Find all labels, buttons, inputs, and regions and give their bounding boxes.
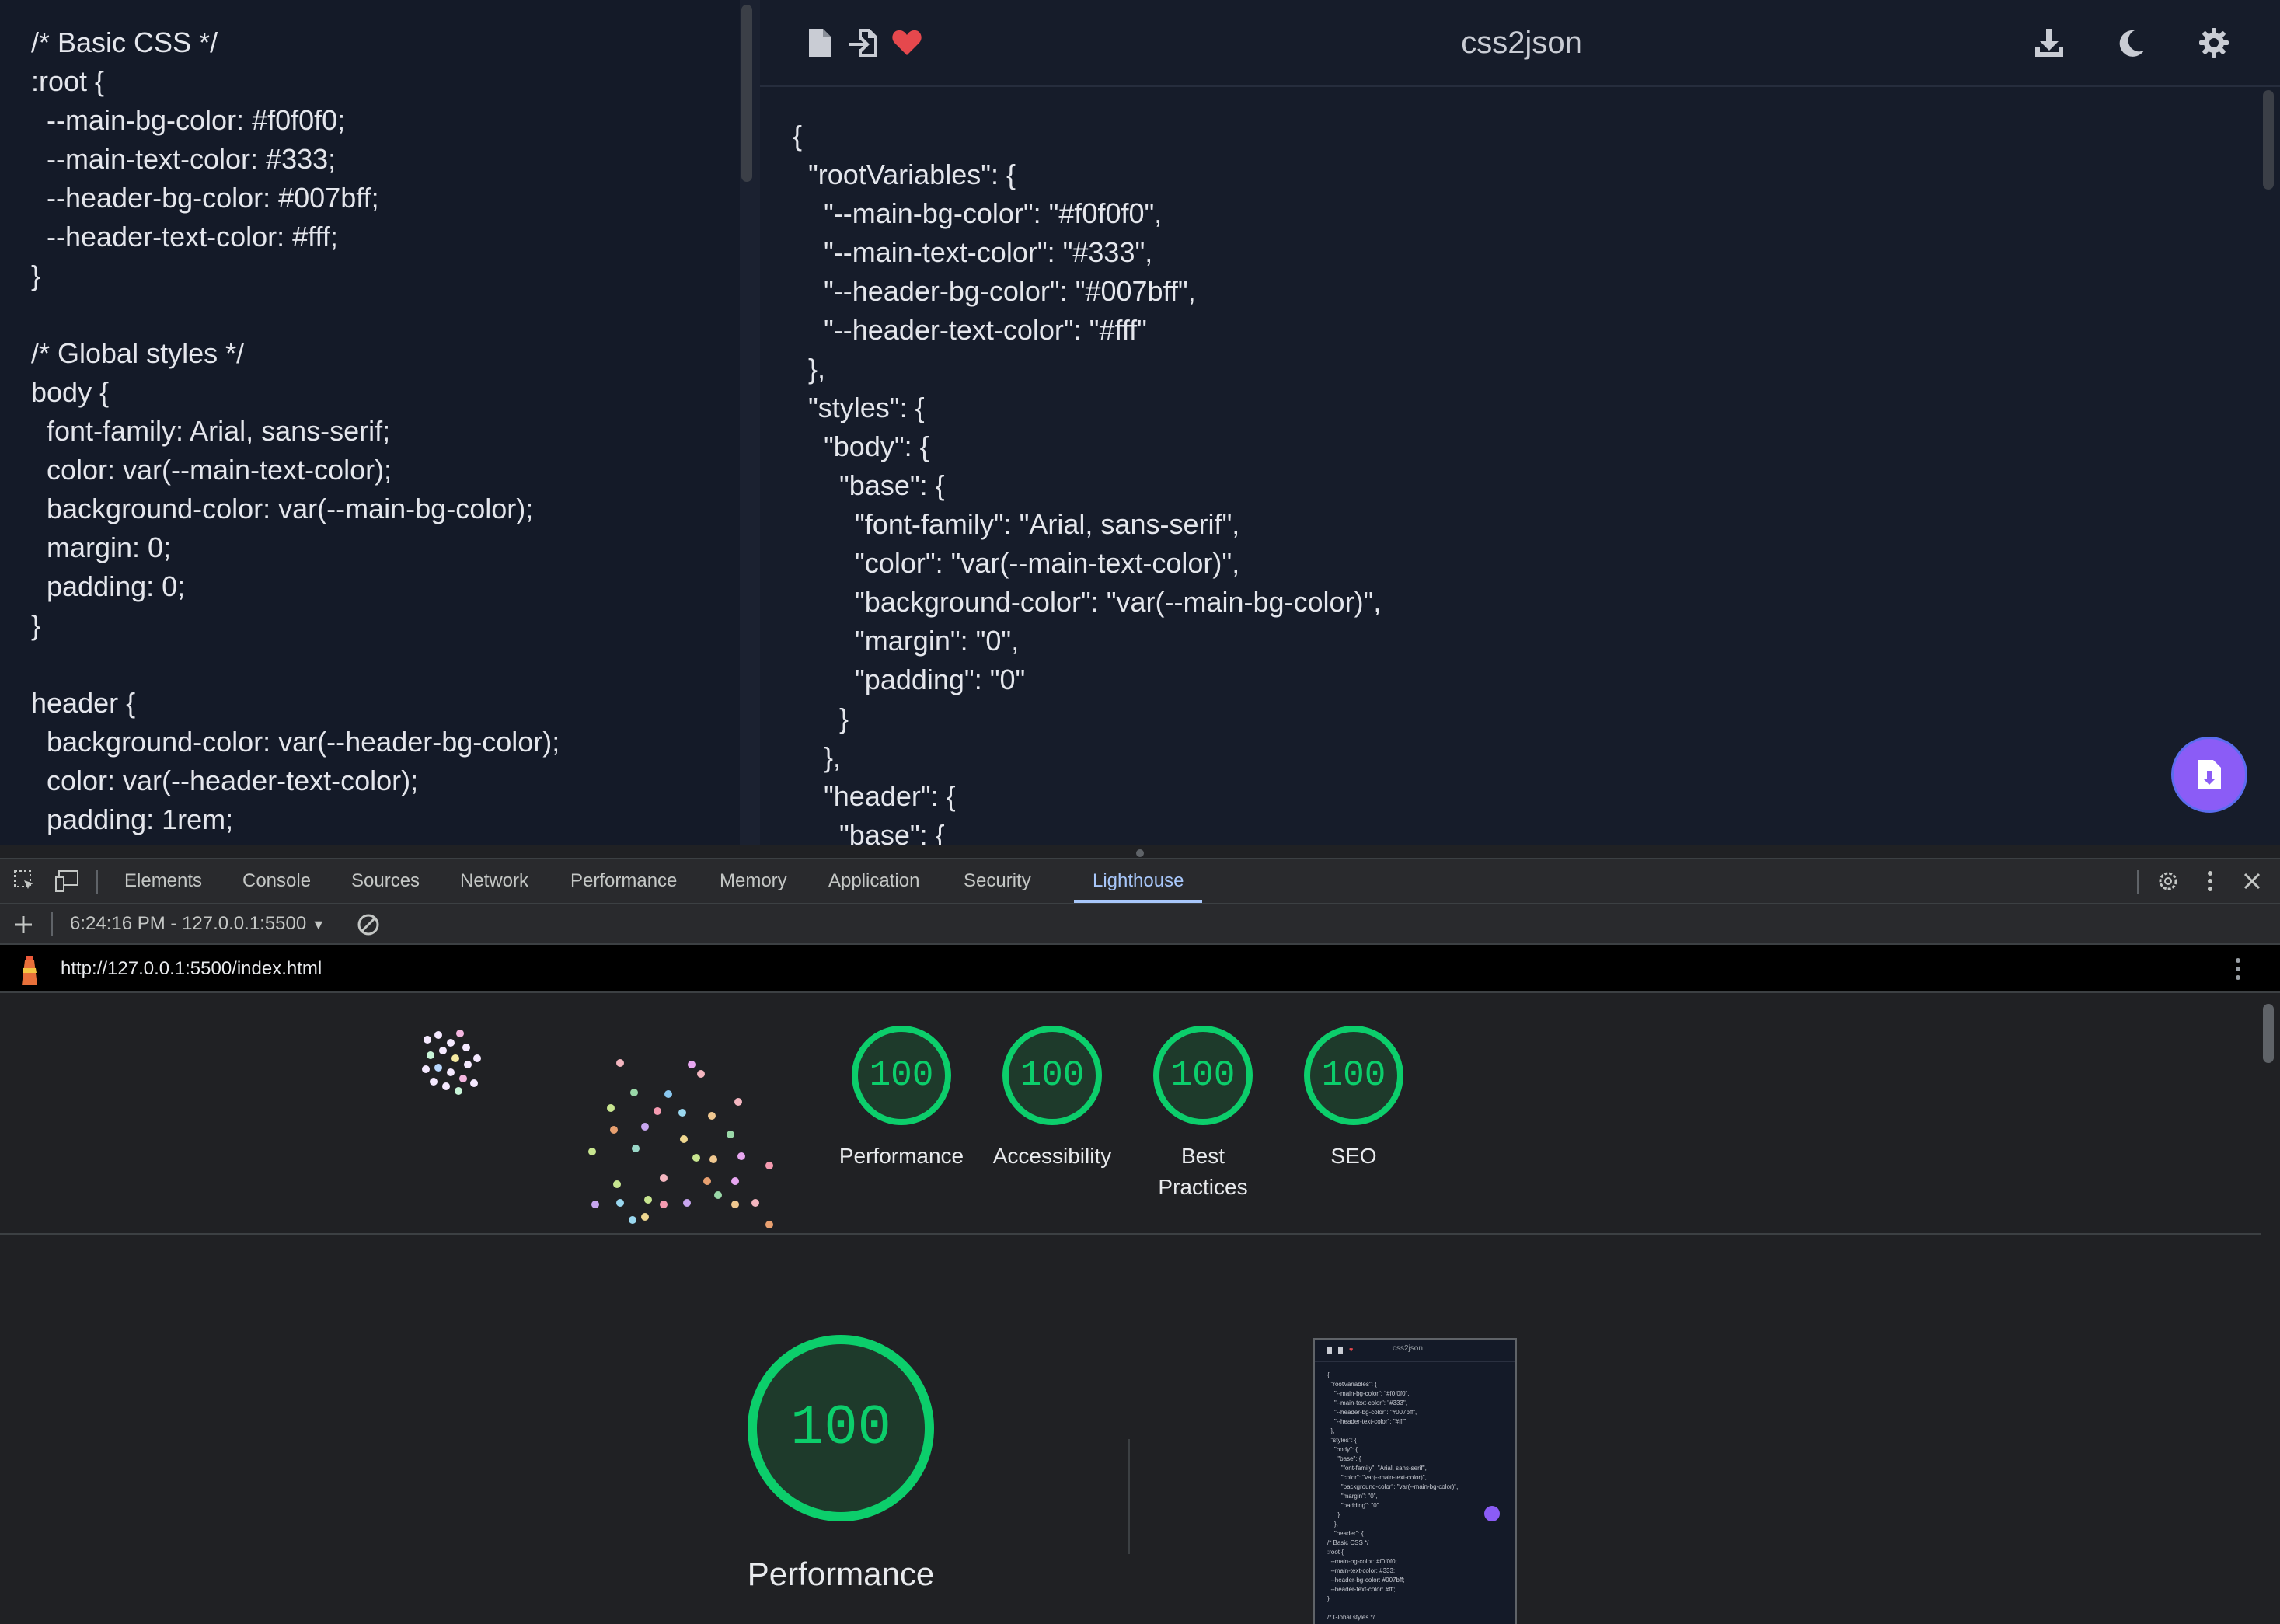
- download-json-fab[interactable]: [2171, 737, 2247, 813]
- css2json-app: /* Basic CSS */ :root { --main-bg-color:…: [0, 0, 2280, 845]
- import-icon[interactable]: [844, 23, 883, 62]
- tab-elements[interactable]: Elements: [124, 859, 202, 903]
- pane-splitter[interactable]: [740, 0, 760, 845]
- report-menu-icon[interactable]: [2235, 957, 2241, 985]
- report-selector-label: 6:24:16 PM - 127.0.0.1:5500: [70, 913, 307, 934]
- report-url: http://127.0.0.1:5500/index.html: [61, 958, 322, 979]
- json-output-pane: css2json { "rootVariables": { "--main-bg…: [760, 0, 2280, 845]
- tab-console[interactable]: Console: [242, 859, 311, 903]
- toolbar-divider: [96, 870, 98, 894]
- css-input-text[interactable]: /* Basic CSS */ :root { --main-bg-color:…: [31, 23, 560, 839]
- score-gauge-seo[interactable]: 100: [1304, 1026, 1403, 1125]
- report-separator: [1128, 1439, 1130, 1554]
- tab-memory[interactable]: Memory: [720, 859, 787, 903]
- download-icon[interactable]: [2030, 23, 2069, 62]
- fireworks-small-icon: [422, 1030, 481, 1095]
- score-divider: [0, 1233, 2261, 1235]
- file-download-icon: [2198, 760, 2221, 789]
- lighthouse-toolbar: 6:24:16 PM - 127.0.0.1:5500 ▼: [0, 904, 2280, 945]
- lighthouse-logo-icon: [16, 954, 44, 989]
- inspect-element-icon[interactable]: [11, 867, 39, 895]
- thumbnail-fab: [1484, 1506, 1500, 1521]
- score-label-accessibility[interactable]: Accessibility: [967, 1141, 1138, 1172]
- lighthouse-report: 100 Performance 100 Accessibility 100 Be…: [0, 993, 2280, 1624]
- thumbnail-title: css2json: [1393, 1344, 1423, 1353]
- toolbar-divider: [2137, 870, 2139, 894]
- final-screenshot-thumbnail[interactable]: ♥ css2json { "rootVariables": { "--main-…: [1313, 1338, 1517, 1624]
- main-score-label: Performance: [747, 1556, 935, 1592]
- devtools-settings-icon[interactable]: [2154, 867, 2182, 895]
- import-icon: [1338, 1347, 1343, 1354]
- main-score-gauge: 100: [748, 1335, 934, 1521]
- fireworks-large-icon: [588, 1059, 773, 1228]
- heart-icon[interactable]: [887, 23, 926, 62]
- close-devtools-icon[interactable]: [2238, 867, 2266, 895]
- devtools-tabbar: Elements Console Sources Network Perform…: [0, 858, 2280, 904]
- devtools-resize-handle[interactable]: [1136, 849, 1144, 857]
- tab-lighthouse[interactable]: Lighthouse: [1074, 859, 1203, 903]
- app-title: css2json: [1461, 26, 1582, 60]
- new-report-icon[interactable]: [9, 911, 37, 939]
- tab-application[interactable]: Application: [828, 859, 919, 903]
- css-editor-scrollbar[interactable]: [741, 5, 752, 182]
- thumbnail-toolbar: ♥ css2json: [1315, 1340, 1515, 1362]
- chevron-down-icon: ▼: [311, 917, 326, 932]
- score-gauge-accessibility[interactable]: 100: [1002, 1026, 1102, 1125]
- tab-sources[interactable]: Sources: [351, 859, 420, 903]
- clear-reports-icon[interactable]: [354, 911, 382, 939]
- toolbar-divider: [51, 912, 53, 936]
- moon-icon[interactable]: [2112, 23, 2151, 62]
- score-label-seo[interactable]: SEO: [1268, 1141, 1439, 1172]
- report-scrollbar[interactable]: [2263, 1004, 2274, 1063]
- json-output[interactable]: { "rootVariables": { "--main-bg-color": …: [760, 87, 2280, 845]
- score-label-performance[interactable]: Performance: [816, 1141, 987, 1172]
- tab-security[interactable]: Security: [964, 859, 1031, 903]
- json-output-text[interactable]: { "rootVariables": { "--main-bg-color": …: [793, 117, 1381, 845]
- report-url-bar: http://127.0.0.1:5500/index.html: [0, 945, 2280, 993]
- score-gauge-best-practices[interactable]: 100: [1153, 1026, 1253, 1125]
- device-toolbar-icon[interactable]: [53, 867, 81, 895]
- tab-performance[interactable]: Performance: [570, 859, 677, 903]
- score-label-best-practices[interactable]: Best Practices: [1117, 1141, 1288, 1203]
- json-output-scrollbar[interactable]: [2263, 90, 2274, 190]
- report-selector[interactable]: 6:24:16 PM - 127.0.0.1:5500 ▼: [70, 904, 326, 944]
- tab-network[interactable]: Network: [460, 859, 528, 903]
- app-toolbar: css2json: [760, 0, 2280, 87]
- new-file-icon: [1327, 1347, 1332, 1354]
- heart-icon: ♥: [1349, 1346, 1354, 1354]
- css-input-editor[interactable]: /* Basic CSS */ :root { --main-bg-color:…: [0, 0, 740, 845]
- more-options-icon[interactable]: [2196, 867, 2224, 895]
- settings-icon[interactable]: [2195, 23, 2233, 62]
- new-file-icon[interactable]: [800, 23, 839, 62]
- thumbnail-text: { "rootVariables": { "--main-bg-color": …: [1327, 1371, 1459, 1621]
- score-gauge-performance[interactable]: 100: [852, 1026, 951, 1125]
